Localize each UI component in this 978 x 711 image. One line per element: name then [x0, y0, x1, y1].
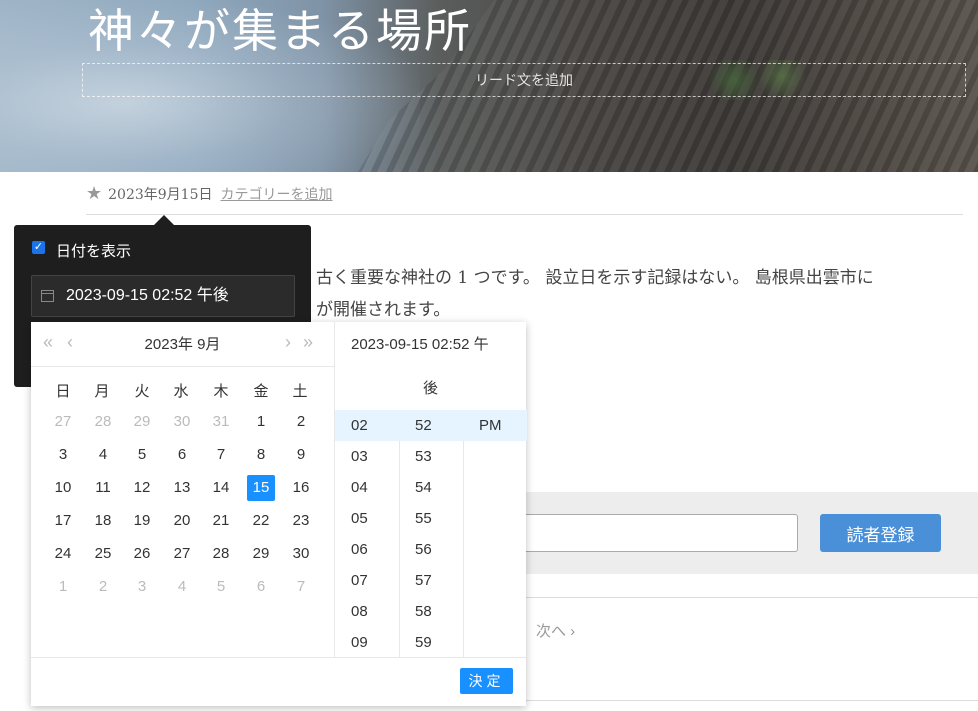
- hour-option[interactable]: 06: [335, 534, 399, 565]
- calendar-day[interactable]: 6: [247, 574, 275, 600]
- calendar-day[interactable]: 23: [287, 508, 315, 534]
- calendar-day[interactable]: 17: [49, 508, 77, 534]
- calendar-day[interactable]: 29: [128, 409, 156, 435]
- next-month-button[interactable]: ›: [285, 332, 291, 353]
- datetime-value: 2023-09-15 02:52 午後: [66, 287, 229, 304]
- article-date[interactable]: 2023年9月15日: [108, 184, 212, 204]
- popover-arrow: [154, 215, 174, 225]
- calendar-day[interactable]: 6: [168, 442, 196, 468]
- minute-option[interactable]: 55: [399, 503, 463, 534]
- time-header: 2023-09-15 02:52 午 後: [335, 322, 526, 411]
- minute-option[interactable]: 53: [399, 441, 463, 472]
- time-display: 2023-09-15 02:52 午: [351, 336, 489, 353]
- minute-option[interactable]: 52: [399, 410, 463, 441]
- body-line-1: 古く重要な神社の 1 つです。 設立日を示す記録はない。 島根県出雲市に: [316, 268, 874, 288]
- calendar-day[interactable]: 11: [89, 475, 117, 501]
- calendar-day[interactable]: 4: [168, 574, 196, 600]
- calendar-day[interactable]: 30: [287, 541, 315, 567]
- weekday-mon: 月: [94, 383, 110, 400]
- calendar-day[interactable]: 24: [49, 541, 77, 567]
- datetime-input[interactable]: 2023-09-15 02:52 午後: [31, 275, 295, 317]
- article-body: 古く重要な神社の 1 つです。 設立日を示す記録はない。 島根県出雲市に が開催…: [316, 262, 976, 326]
- subscribe-button[interactable]: 読者登録: [820, 514, 941, 552]
- divider: [520, 597, 978, 598]
- calendar-day[interactable]: 5: [128, 442, 156, 468]
- meridiem-option[interactable]: PM: [463, 410, 527, 441]
- calendar-day[interactable]: 7: [207, 442, 235, 468]
- weekday-thu: 木: [213, 383, 229, 400]
- calendar-day[interactable]: 28: [207, 541, 235, 567]
- calendar-day[interactable]: 30: [168, 409, 196, 435]
- weekday-wed: 水: [173, 383, 189, 400]
- hour-column[interactable]: 02 03 04 05 06 07 08 09: [335, 410, 400, 657]
- add-category-link[interactable]: カテゴリーを追加: [221, 184, 333, 204]
- calendar-day[interactable]: 14: [207, 475, 235, 501]
- picker-footer: 決定: [31, 657, 526, 707]
- hour-option[interactable]: 05: [335, 503, 399, 534]
- calendar-day[interactable]: 2: [287, 409, 315, 435]
- minute-column[interactable]: 52 53 54 55 56 57 58 59: [399, 410, 464, 657]
- minute-option[interactable]: 54: [399, 472, 463, 503]
- hour-option[interactable]: 04: [335, 472, 399, 503]
- calendar-day[interactable]: 27: [49, 409, 77, 435]
- calendar-icon: [41, 290, 54, 302]
- next-year-button[interactable]: »: [303, 332, 313, 353]
- calendar-day[interactable]: 3: [128, 574, 156, 600]
- calendar-day[interactable]: 4: [89, 442, 117, 468]
- calendar-day[interactable]: 10: [49, 475, 77, 501]
- ok-button[interactable]: 決定: [460, 668, 513, 694]
- show-date-checkbox[interactable]: ✓: [32, 241, 45, 254]
- minute-option[interactable]: 57: [399, 565, 463, 596]
- calendar-day[interactable]: 8: [247, 442, 275, 468]
- calendar-day[interactable]: 1: [247, 409, 275, 435]
- calendar-header: « ‹ 2023年 9月 › »: [31, 322, 334, 367]
- hour-option[interactable]: 09: [335, 627, 399, 658]
- hour-option[interactable]: 07: [335, 565, 399, 596]
- calendar-day[interactable]: 1: [49, 574, 77, 600]
- date-picker: « ‹ 2023年 9月 › » 日 月 火 水 木 金 土 27 28 29 30 3…: [31, 322, 527, 707]
- star-icon[interactable]: ★: [86, 183, 102, 204]
- minute-option[interactable]: 58: [399, 596, 463, 627]
- calendar-day[interactable]: 12: [128, 475, 156, 501]
- page-title[interactable]: 神々が集まる場所: [88, 0, 472, 62]
- time-display-suffix: 後: [422, 380, 438, 397]
- calendar-day[interactable]: 29: [247, 541, 275, 567]
- minute-option[interactable]: 56: [399, 534, 463, 565]
- lead-text-input[interactable]: リード文を追加: [82, 63, 966, 97]
- subscribe-email-input[interactable]: [520, 514, 798, 552]
- calendar-day[interactable]: 15: [247, 475, 275, 501]
- calendar-day[interactable]: 20: [168, 508, 196, 534]
- hour-option[interactable]: 03: [335, 441, 399, 472]
- weekday-tue: 火: [134, 383, 150, 400]
- divider: [520, 700, 978, 701]
- calendar-day[interactable]: 19: [128, 508, 156, 534]
- calendar-day[interactable]: 27: [168, 541, 196, 567]
- show-date-label[interactable]: 日付を表示: [56, 240, 131, 261]
- meridiem-column[interactable]: PM: [463, 410, 527, 657]
- calendar-day[interactable]: 25: [89, 541, 117, 567]
- calendar-day[interactable]: 31: [207, 409, 235, 435]
- article-meta: ★ 2023年9月15日 カテゴリーを追加: [86, 183, 333, 204]
- calendar-day[interactable]: 7: [287, 574, 315, 600]
- calendar-day[interactable]: 18: [89, 508, 117, 534]
- calendar-day[interactable]: 2: [89, 574, 117, 600]
- divider: [86, 214, 963, 215]
- calendar-day[interactable]: 21: [207, 508, 235, 534]
- weekday-fri: 金: [253, 383, 269, 400]
- calendar-day[interactable]: 3: [49, 442, 77, 468]
- calendar-day[interactable]: 26: [128, 541, 156, 567]
- minute-option[interactable]: 59: [399, 627, 463, 658]
- weekday-sun: 日: [55, 383, 71, 400]
- hour-option[interactable]: 02: [335, 410, 399, 441]
- calendar-day[interactable]: 28: [89, 409, 117, 435]
- calendar-day[interactable]: 9: [287, 442, 315, 468]
- weekday-sat: 土: [292, 383, 308, 400]
- calendar-day[interactable]: 22: [247, 508, 275, 534]
- next-page-link[interactable]: 次へ ›: [536, 620, 575, 641]
- hour-option[interactable]: 08: [335, 596, 399, 627]
- calendar-day[interactable]: 16: [287, 475, 315, 501]
- calendar-day[interactable]: 5: [207, 574, 235, 600]
- calendar-day[interactable]: 13: [168, 475, 196, 501]
